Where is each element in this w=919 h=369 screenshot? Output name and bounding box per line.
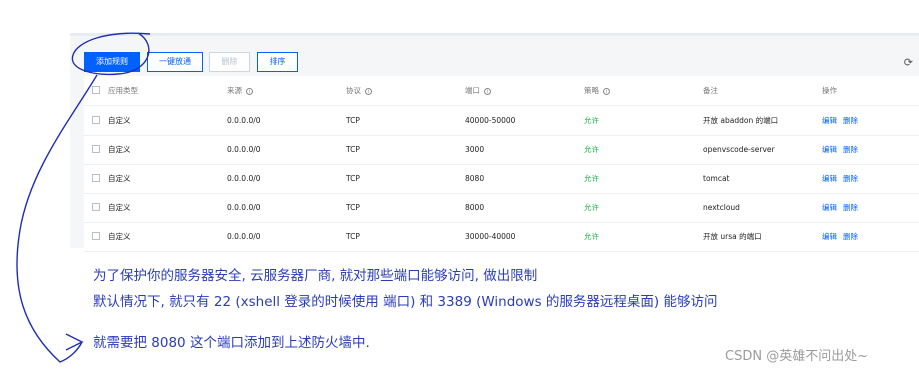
watermark: CSDN @英雄不问出处~ bbox=[725, 349, 869, 364]
cell-actions: 编辑 删除 bbox=[822, 222, 864, 251]
cell-protocol: TCP bbox=[346, 232, 360, 241]
delete-link[interactable]: 删除 bbox=[843, 116, 858, 125]
security-group-panel: 添加规则 一键放通 删除 排序 ⟳ 应用类型 来源 i 协议 i 端口 i 策略 i 备… bbox=[70, 33, 919, 252]
edit-link[interactable]: 编辑 bbox=[822, 145, 837, 154]
cell-actions: 编辑 删除 bbox=[822, 164, 864, 193]
cell-remark: nextcloud bbox=[703, 203, 740, 212]
row-checkbox[interactable] bbox=[92, 145, 100, 153]
cell-protocol: TCP bbox=[346, 116, 360, 125]
cell-port: 8080 bbox=[465, 174, 485, 183]
cell-app-type: 自定义 bbox=[108, 232, 131, 241]
cell-remark: 开放 abaddon 的端口 bbox=[703, 116, 779, 125]
cell-policy: 允许 bbox=[584, 203, 599, 212]
delete-link[interactable]: 删除 bbox=[843, 145, 858, 154]
rules-table: 应用类型 来源 i 协议 i 端口 i 策略 i 备注 操作 自定义 0.0.0.0/0… bbox=[84, 76, 919, 252]
cell-actions: 编辑 删除 bbox=[822, 193, 864, 222]
table-row: 自定义 0.0.0.0/0 TCP 40000-50000 允许 开放 abad… bbox=[84, 106, 919, 136]
table-row: 自定义 0.0.0.0/0 TCP 3000 允许 openvscode-ser… bbox=[84, 135, 919, 165]
edit-link[interactable]: 编辑 bbox=[822, 174, 837, 183]
table-row: 自定义 0.0.0.0/0 TCP 8000 允许 nextcloud 编辑 删除 bbox=[84, 193, 919, 223]
annotation-text-1: 为了保护你的服务器安全, 云服务器厂商, 就对那些端口能够访问, 做出限制 bbox=[93, 268, 538, 284]
header-app-type: 应用类型 bbox=[108, 86, 138, 95]
cell-remark: tomcat bbox=[703, 174, 730, 183]
cell-policy: 允许 bbox=[584, 116, 599, 125]
table-header: 应用类型 来源 i 协议 i 端口 i 策略 i 备注 操作 bbox=[84, 76, 919, 106]
row-checkbox[interactable] bbox=[92, 116, 100, 124]
row-checkbox[interactable] bbox=[92, 203, 100, 211]
cell-port: 40000-50000 bbox=[465, 116, 516, 125]
cell-policy: 允许 bbox=[584, 145, 599, 154]
info-icon[interactable]: i bbox=[246, 87, 253, 95]
delete-link[interactable]: 删除 bbox=[843, 232, 858, 241]
edit-link[interactable]: 编辑 bbox=[822, 203, 837, 212]
annotation-text-2: 默认情况下, 就只有 22 (xshell 登录的时候使用 端口) 和 3389… bbox=[93, 294, 718, 310]
edit-link[interactable]: 编辑 bbox=[822, 116, 837, 125]
header-remark: 备注 bbox=[703, 86, 718, 95]
info-icon[interactable]: i bbox=[603, 87, 610, 95]
cell-app-type: 自定义 bbox=[108, 145, 131, 154]
header-protocol: 协议 i bbox=[346, 76, 372, 105]
row-checkbox[interactable] bbox=[92, 232, 100, 240]
header-action: 操作 bbox=[822, 86, 837, 95]
toolbar: 添加规则 一键放通 删除 排序 ⟳ bbox=[70, 36, 919, 76]
delete-button[interactable]: 删除 bbox=[209, 52, 250, 72]
one-click-allow-button[interactable]: 一键放通 bbox=[147, 52, 203, 72]
sort-button[interactable]: 排序 bbox=[257, 52, 298, 72]
cell-port: 30000-40000 bbox=[465, 232, 516, 241]
annotation-text-3: 就需要把 8080 这个端口添加到上述防火墙中. bbox=[93, 335, 370, 351]
cell-protocol: TCP bbox=[346, 145, 360, 154]
table-row: 自定义 0.0.0.0/0 TCP 30000-40000 允许 开放 ursa… bbox=[84, 222, 919, 252]
cell-port: 8000 bbox=[465, 203, 485, 212]
cell-source: 0.0.0.0/0 bbox=[227, 116, 261, 125]
info-icon[interactable]: i bbox=[365, 87, 372, 95]
cell-actions: 编辑 删除 bbox=[822, 135, 864, 164]
cell-app-type: 自定义 bbox=[108, 174, 131, 183]
cell-source: 0.0.0.0/0 bbox=[227, 203, 261, 212]
cell-policy: 允许 bbox=[584, 232, 599, 241]
header-source: 来源 i bbox=[227, 76, 253, 105]
cell-actions: 编辑 删除 bbox=[822, 106, 864, 135]
header-policy: 策略 i bbox=[584, 76, 610, 105]
cell-policy: 允许 bbox=[584, 174, 599, 183]
cell-protocol: TCP bbox=[346, 203, 360, 212]
add-rule-button[interactable]: 添加规则 bbox=[84, 52, 140, 72]
header-port: 端口 i bbox=[465, 76, 491, 105]
cell-remark: openvscode-server bbox=[703, 145, 775, 154]
delete-link[interactable]: 删除 bbox=[843, 174, 858, 183]
edit-link[interactable]: 编辑 bbox=[822, 232, 837, 241]
select-all-checkbox[interactable] bbox=[92, 86, 100, 94]
cell-port: 3000 bbox=[465, 145, 485, 154]
cell-source: 0.0.0.0/0 bbox=[227, 145, 261, 154]
cell-app-type: 自定义 bbox=[108, 116, 131, 125]
row-checkbox[interactable] bbox=[92, 174, 100, 182]
table-row: 自定义 0.0.0.0/0 TCP 8080 允许 tomcat 编辑 删除 bbox=[84, 164, 919, 194]
delete-link[interactable]: 删除 bbox=[843, 203, 858, 212]
cell-source: 0.0.0.0/0 bbox=[227, 174, 261, 183]
cell-protocol: TCP bbox=[346, 174, 360, 183]
cell-source: 0.0.0.0/0 bbox=[227, 232, 261, 241]
cell-app-type: 自定义 bbox=[108, 203, 131, 212]
refresh-icon[interactable]: ⟳ bbox=[904, 56, 913, 69]
cell-remark: 开放 ursa 的端口 bbox=[703, 232, 762, 241]
info-icon[interactable]: i bbox=[484, 87, 491, 95]
